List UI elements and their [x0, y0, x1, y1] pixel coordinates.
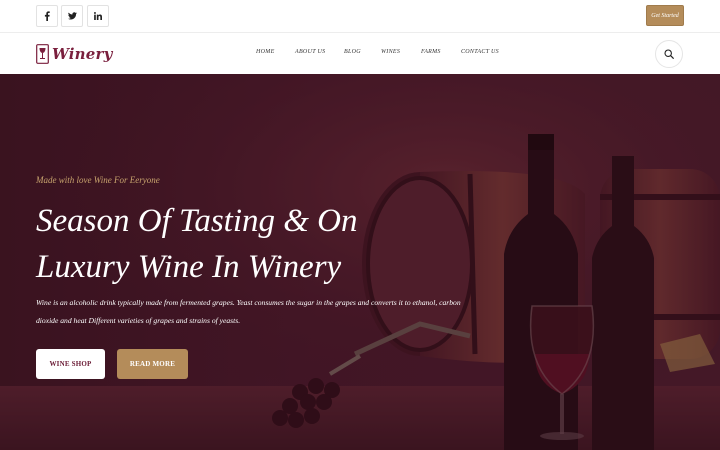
wine-glass-logo-icon: [36, 44, 49, 64]
wine-shop-button[interactable]: WINE SHOP: [36, 349, 105, 379]
linkedin-icon[interactable]: [87, 5, 109, 27]
hero-section: Made with love Wine For Eeryone Season O…: [0, 74, 720, 450]
logo-text: Winery: [52, 45, 113, 63]
nav-wines[interactable]: WINES: [381, 49, 400, 55]
read-more-button[interactable]: READ MORE: [117, 349, 188, 379]
nav-about-us[interactable]: ABOUT US: [295, 49, 325, 55]
hero-headline-line-2: Luxury Wine In Winery: [36, 249, 342, 285]
twitter-glyph: [67, 12, 77, 20]
facebook-icon[interactable]: [36, 5, 58, 27]
search-icon: [664, 49, 674, 59]
nav-blog[interactable]: BLOG: [344, 49, 361, 55]
nav-home[interactable]: HOME: [256, 49, 275, 55]
hero-description: Wine is an alcoholic drink typically mad…: [36, 298, 461, 325]
facebook-glyph: [44, 11, 50, 21]
nav-contact-us[interactable]: CONTACT US: [461, 49, 499, 55]
nav-farms[interactable]: FARMS: [421, 49, 441, 55]
twitter-icon[interactable]: [61, 5, 83, 27]
search-button[interactable]: [655, 40, 683, 68]
hero-headline-line-1: Season Of Tasting & On: [36, 203, 358, 239]
hero-tagline: Made with love Wine For Eeryone: [36, 175, 160, 185]
get-started-button[interactable]: Get Started: [646, 5, 684, 26]
logo[interactable]: Winery: [36, 42, 113, 66]
top-bar: Get Started: [0, 0, 720, 32]
hero-headline: Season Of Tasting & On Luxury Wine In Wi…: [36, 198, 456, 290]
linkedin-glyph: [94, 12, 102, 20]
main-navbar: Winery HOME ABOUT US BLOG WINES FARMS CO…: [0, 32, 720, 74]
